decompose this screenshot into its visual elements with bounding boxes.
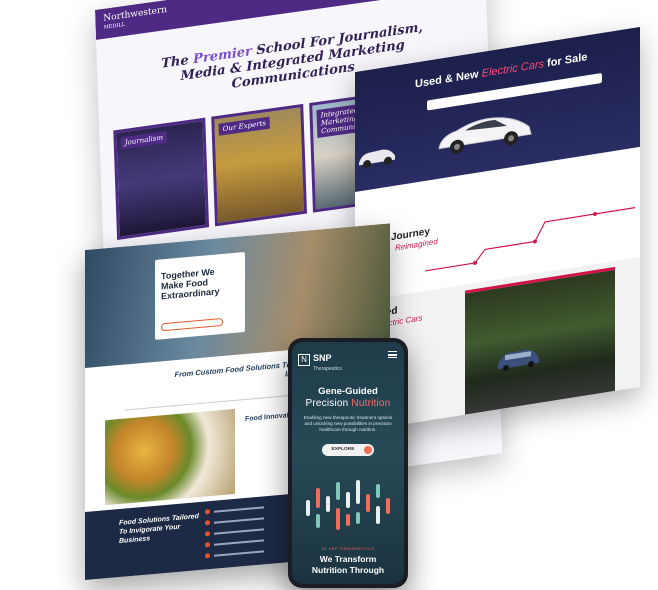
dna-pills-graphic xyxy=(306,480,390,530)
phone-mockup: N SNP Therapeutics Gene-Guided Precision … xyxy=(288,338,408,588)
ev-title-pre: Used & New xyxy=(415,67,482,91)
food-feature-list xyxy=(205,504,264,564)
phone-title2-em: Nutrition xyxy=(351,398,391,409)
bullet-icon xyxy=(205,542,210,548)
ev-title-post: for Sale xyxy=(543,51,588,71)
snp-logo-text: SNP xyxy=(313,353,332,363)
phone-title: Gene-Guided xyxy=(318,386,378,397)
bullet-icon xyxy=(205,531,210,537)
explore-button[interactable]: EXPLORE xyxy=(322,444,374,456)
phone-title2: Precision Nutrition xyxy=(292,398,404,409)
explore-label: EXPLORE xyxy=(331,447,355,452)
nw-card-experts[interactable]: Our Experts xyxy=(211,103,308,227)
phone-bottom-line2: Nutrition Through xyxy=(311,565,385,575)
nw-card-label: Journalism xyxy=(120,131,168,150)
phone-body-text: Enabling new therapeutic treatment optio… xyxy=(303,415,393,432)
nw-card-label: Our Experts xyxy=(218,116,271,136)
bullet-icon xyxy=(205,520,210,526)
list-item xyxy=(205,537,264,548)
phone-title2-pre: Precision xyxy=(305,398,352,409)
portfolio-mockup-collage: Northwestern MEDILL ▬▬ ▬▬ ▬▬▬ ▬▬ ▬▬ The … xyxy=(0,0,658,590)
list-item xyxy=(205,515,264,526)
car-image-icon xyxy=(359,149,395,169)
nw-logo[interactable]: Northwestern MEDILL xyxy=(103,5,167,33)
phone-bottom-line1: We Transform xyxy=(319,554,377,564)
list-item xyxy=(205,548,264,559)
snp-logo-sub: Therapeutics xyxy=(313,366,342,372)
bullet-icon xyxy=(205,553,210,559)
snp-logo[interactable]: N SNP Therapeutics xyxy=(298,348,342,372)
list-item xyxy=(205,526,264,537)
phone-tagline: AT SNP THERAPEUTICS xyxy=(321,547,375,551)
bullet-icon xyxy=(205,509,210,515)
nw-card-journalism[interactable]: Journalism xyxy=(113,117,210,241)
arrow-circle-icon xyxy=(364,446,372,454)
hamburger-menu-icon[interactable] xyxy=(388,351,397,358)
ev-title-em: Electric Cars xyxy=(481,58,544,80)
snp-logo-mark-icon: N xyxy=(298,354,310,366)
food-taco-photo xyxy=(105,408,235,506)
phone-screen: N SNP Therapeutics Gene-Guided Precision … xyxy=(292,342,404,584)
